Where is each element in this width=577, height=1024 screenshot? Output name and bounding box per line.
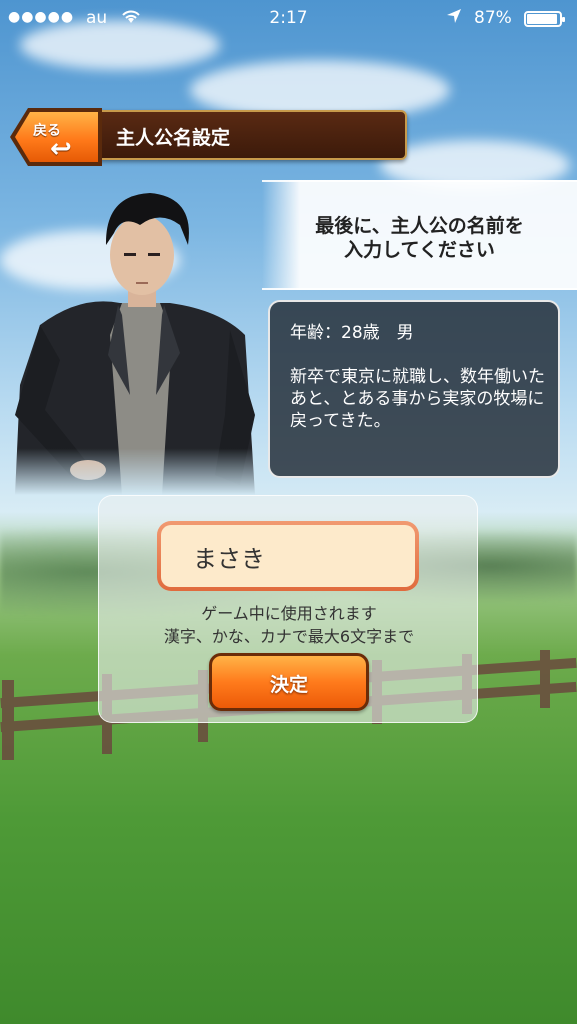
title-bar: 主人公名設定 (62, 110, 407, 160)
protagonist-portrait (15, 193, 255, 495)
location-arrow-icon (446, 8, 462, 29)
name-input-frame (157, 521, 419, 591)
profile-card: 年齢：28歳 男 新卒で東京に就職し、数年働いたあと、とある事から実家の牧場に戻… (268, 300, 560, 478)
confirm-button[interactable]: 決定 (209, 653, 369, 711)
confirm-button-label: 決定 (269, 674, 308, 696)
instruction-text: 最後に、主人公の名前を 入力してください (315, 215, 524, 261)
back-button[interactable]: 戻る ↩ (6, 104, 108, 170)
status-bar: ●●●●● au 2:17 87% (0, 0, 577, 36)
usage-hint: ゲーム中に使用されます (201, 604, 377, 623)
name-input[interactable] (161, 525, 415, 587)
battery-percentage: 87% (474, 8, 512, 28)
character-limit-hint: 漢字、かな、カナで最大6文字まで (163, 627, 415, 646)
return-arrow-icon: ↩ (50, 134, 72, 164)
page-title: 主人公名設定 (116, 127, 231, 149)
battery-icon (524, 11, 565, 27)
name-entry-panel: ゲーム中に使用されます 漢字、かな、カナで最大6文字まで 決定 (98, 495, 478, 723)
profile-description: 新卒で東京に就職し、数年働いたあと、とある事から実家の牧場に戻ってきた。 (290, 367, 545, 431)
profile-age-gender: 年齢：28歳 男 (290, 323, 414, 343)
instruction-banner: 最後に、主人公の名前を 入力してください (262, 180, 577, 290)
